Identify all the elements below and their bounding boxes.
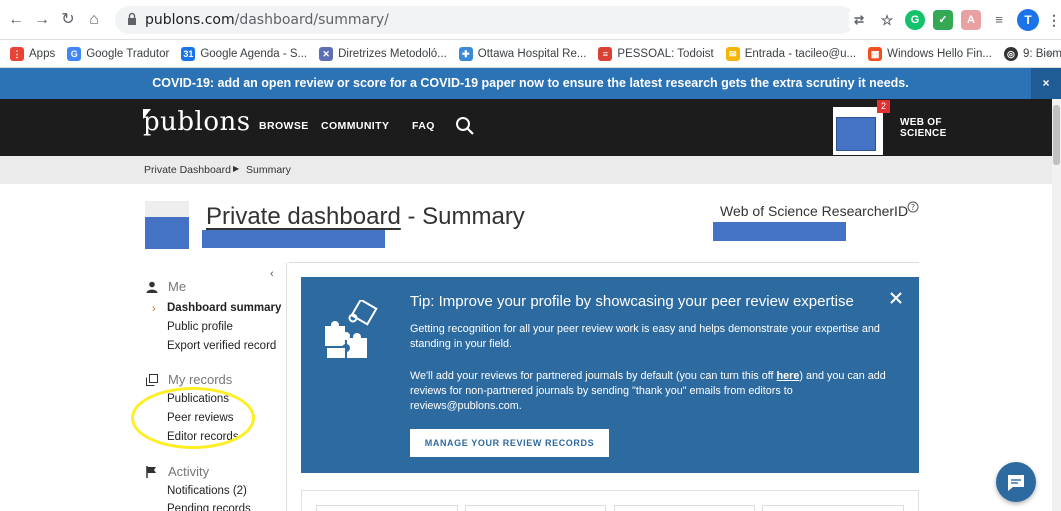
scrollbar-thumb[interactable] <box>1053 105 1060 165</box>
publons-logo[interactable]: publons <box>143 107 251 137</box>
url-text: publons.com/dashboard/summary/ <box>145 12 389 28</box>
address-bar[interactable]: publons.com/dashboard/summary/ <box>115 6 855 34</box>
browser-toolbar: ← → ↻ ⌂ publons.com/dashboard/summary/ ⇄… <box>0 0 1061 40</box>
bookmark-item[interactable]: ✉ Entrada - tacileo@u... <box>725 46 856 61</box>
breadcrumb-summary: Summary <box>246 164 291 176</box>
puzzle-pieces-icon <box>325 300 378 358</box>
researcher-id-label: Web of Science ResearcherID <box>720 203 909 219</box>
nav-community[interactable]: COMMUNITY <box>321 120 389 132</box>
sidebar-section-me: Me <box>146 279 186 294</box>
svg-text:?: ? <box>911 203 915 212</box>
manage-review-records-button[interactable]: MANAGE YOUR REVIEW RECORDS <box>410 429 609 457</box>
bookmark-apps[interactable]: ⋮ Apps <box>10 46 55 61</box>
lock-icon <box>128 12 136 25</box>
collapse-sidebar-icon[interactable]: ‹ <box>270 268 280 280</box>
bookmark-favicon: ✚ <box>458 46 473 61</box>
translate-icon[interactable]: ⇄ <box>849 10 869 30</box>
menu-kebab-icon[interactable]: ⋮ <box>1047 10 1061 30</box>
bookmark-item[interactable]: G Google Tradutor <box>67 46 169 61</box>
notification-badge: 2 <box>877 100 890 113</box>
bookmark-favicon: ✕ <box>319 46 334 61</box>
search-icon[interactable] <box>455 116 475 136</box>
close-icon[interactable]: × <box>1031 68 1061 99</box>
reload-icon[interactable]: ↻ <box>58 10 78 30</box>
bookmark-item[interactable]: ✚ Ottawa Hospital Re... <box>458 46 586 61</box>
bookmark-item[interactable]: ≡ PESSOAL: Todoist <box>598 46 714 61</box>
turn-off-here-link[interactable]: here <box>777 370 800 382</box>
sidebar-item-public-profile[interactable]: Public profile <box>167 321 233 333</box>
back-arrow-icon[interactable]: ← <box>6 10 26 30</box>
mail-icon: ✉ <box>725 46 740 61</box>
nav-faq[interactable]: FAQ <box>412 120 435 132</box>
close-icon[interactable] <box>889 291 903 305</box>
bookmark-item[interactable]: ✕ Diretrizes Metodoló... <box>319 46 447 61</box>
grammarly-icon[interactable]: G <box>905 10 925 30</box>
caret-right-icon: ▶ <box>233 164 240 173</box>
apps-grid-icon: ⋮ <box>10 46 24 61</box>
user-avatar[interactable] <box>833 107 883 155</box>
calendar-icon: 31 <box>181 46 196 61</box>
profile-avatar <box>145 201 189 249</box>
covid-banner: COVID-19: add an open review or score fo… <box>0 68 1061 99</box>
tip-paragraph-2: We'll add your reviews for partnered jou… <box>410 370 886 412</box>
tip-paragraph-1: Getting recognition for all your peer re… <box>410 323 880 350</box>
bookmark-item[interactable]: ▦ Windows Hello Fin... <box>868 46 992 61</box>
sidebar-item-dashboard-summary[interactable]: Dashboard summary <box>167 302 281 314</box>
tip-title: Tip: Improve your profile by showcasing … <box>410 293 854 310</box>
sidebar-section-my-records: My records <box>146 372 232 387</box>
google-translate-icon: G <box>67 46 82 61</box>
summary-card <box>762 505 904 511</box>
sidebar-section-activity: Activity <box>146 464 209 479</box>
extension-icon[interactable]: ✓ <box>933 10 953 30</box>
star-icon[interactable]: ☆ <box>877 10 897 30</box>
summary-card <box>465 505 606 511</box>
summary-card <box>316 505 458 511</box>
copy-records-icon <box>146 373 158 386</box>
reading-list-icon[interactable]: ≡ <box>989 10 1009 30</box>
redacted-researcher-id <box>713 222 846 241</box>
nav-browse[interactable]: BROWSE <box>259 120 309 132</box>
divider <box>289 262 919 263</box>
chat-button[interactable] <box>996 462 1036 502</box>
windows-icon: ▦ <box>868 46 883 61</box>
summary-card <box>614 505 755 511</box>
sidebar-item-pending-records[interactable]: Pending records <box>167 503 251 511</box>
sidebar-item-notifications[interactable]: Notifications (2) <box>167 485 247 497</box>
web-of-science-link[interactable]: WEB OF SCIENCE <box>900 117 947 139</box>
active-chevron-icon: › <box>152 303 156 315</box>
sidebar-item-export-verified-record[interactable]: Export verified record <box>167 340 276 352</box>
redacted-name <box>202 230 385 248</box>
profile-avatar[interactable]: T <box>1017 9 1039 31</box>
covid-banner-text[interactable]: COVID-19: add an open review or score fo… <box>152 76 908 90</box>
todoist-icon: ≡ <box>598 46 613 61</box>
flag-icon <box>146 465 156 478</box>
home-icon[interactable]: ⌂ <box>84 10 104 30</box>
person-icon <box>146 281 158 293</box>
bookmark-item[interactable]: 31 Google Agenda - S... <box>181 46 307 61</box>
breadcrumb: Private Dashboard ▶ Summary <box>0 156 1061 184</box>
bookmarks-bar: ⋮ Apps G Google Tradutor 31 Google Agenda -… <box>0 40 1061 68</box>
page-title: Private dashboard - Summary <box>206 203 525 230</box>
highlight-annotation <box>131 387 255 449</box>
bookmarks-overflow[interactable]: » <box>1046 46 1053 60</box>
breadcrumb-private-dashboard[interactable]: Private Dashboard <box>144 164 231 176</box>
pdf-extension-icon[interactable]: A <box>961 10 981 30</box>
sidebar-divider <box>286 263 287 511</box>
tip-card: Tip: Improve your profile by showcasing … <box>301 277 919 473</box>
help-circle-icon[interactable]: ? <box>907 201 919 213</box>
chat-bubble-icon <box>1008 475 1024 491</box>
globe-icon: ◎ <box>1003 46 1018 61</box>
forward-arrow-icon[interactable]: → <box>32 10 52 30</box>
